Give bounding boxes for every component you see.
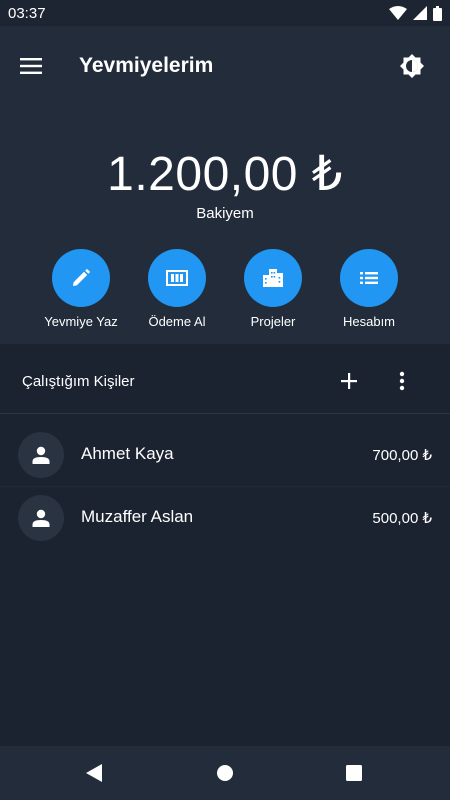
- list-item[interactable]: Muzaffer Aslan 500,00 ₺: [0, 486, 450, 548]
- app-title: Yevmiyelerim: [79, 54, 214, 77]
- action-yevmiye-yaz-button[interactable]: Yevmiye Yaz: [33, 249, 129, 329]
- action-label: Projeler: [250, 314, 296, 329]
- action-label: Hesabım: [342, 314, 396, 329]
- balance-label: Bakiyem: [196, 205, 254, 222]
- person-name: Ahmet Kaya: [81, 444, 174, 463]
- add-person-button[interactable]: [334, 366, 364, 396]
- battery-icon: [433, 5, 442, 21]
- action-projeler-button[interactable]: Projeler: [225, 249, 321, 329]
- avatar: [18, 432, 64, 478]
- person-icon: [32, 446, 50, 464]
- people-section: Çalıştığım Kişiler Ahmet Kaya 700,00 ₺ M…: [0, 344, 450, 746]
- signal-icon: [413, 6, 427, 20]
- recents-square-icon: [346, 765, 362, 781]
- list-icon: [360, 272, 378, 284]
- app-bar: Yevmiyelerim: [0, 26, 450, 104]
- nav-home-button[interactable]: [210, 758, 240, 788]
- more-vert-icon: [399, 371, 405, 391]
- more-options-button[interactable]: [387, 366, 417, 396]
- system-nav-bar: [0, 746, 450, 800]
- plus-icon: [341, 373, 357, 389]
- back-triangle-icon: [86, 764, 102, 782]
- nav-back-button[interactable]: [79, 758, 109, 788]
- person-amount: 700,00 ₺: [372, 447, 432, 464]
- action-label: Ödeme Al: [148, 314, 206, 329]
- action-label: Yevmiye Yaz: [44, 314, 118, 329]
- status-icons: [389, 5, 442, 21]
- hamburger-menu-icon: [20, 58, 42, 74]
- status-bar: 03:37: [0, 0, 450, 26]
- cash-icon: [166, 270, 188, 286]
- nav-recents-button[interactable]: [339, 758, 369, 788]
- section-title: Çalıştığım Kişiler: [22, 373, 135, 390]
- header-area: Yevmiyelerim 1.200,00 ₺ Bakiyem Yevmiye …: [0, 26, 450, 344]
- quick-actions: Yevmiye Yaz Ödeme Al Projeler Hesabım: [0, 249, 450, 339]
- person-icon: [32, 509, 50, 527]
- avatar: [18, 495, 64, 541]
- theme-toggle-button[interactable]: [395, 49, 429, 83]
- action-circle: [52, 249, 110, 307]
- section-header: Çalıştığım Kişiler: [0, 344, 450, 414]
- action-circle: [148, 249, 206, 307]
- list-item[interactable]: Ahmet Kaya 700,00 ₺: [0, 424, 450, 486]
- wifi-icon: [389, 6, 407, 20]
- balance-amount: 1.200,00 ₺: [107, 148, 343, 201]
- home-circle-icon: [217, 765, 233, 781]
- person-amount: 500,00 ₺: [372, 510, 432, 527]
- pencil-icon: [73, 269, 90, 286]
- action-odeme-al-button[interactable]: Ödeme Al: [129, 249, 225, 329]
- menu-button[interactable]: [14, 49, 48, 83]
- status-time: 03:37: [8, 4, 46, 22]
- action-hesabim-button[interactable]: Hesabım: [321, 249, 417, 329]
- building-icon: [263, 269, 283, 287]
- people-list: Ahmet Kaya 700,00 ₺ Muzaffer Aslan 500,0…: [0, 424, 450, 548]
- action-circle: [340, 249, 398, 307]
- brightness-icon: [400, 54, 424, 78]
- person-name: Muzaffer Aslan: [81, 507, 194, 526]
- action-circle: [244, 249, 302, 307]
